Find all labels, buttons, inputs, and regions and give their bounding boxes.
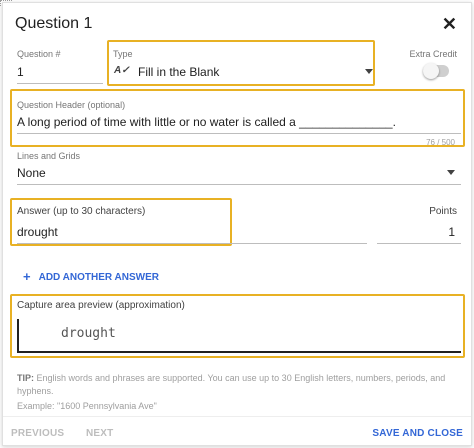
question-number-label: Question # <box>17 49 61 59</box>
points-label: Points <box>429 206 457 217</box>
points-underline <box>377 243 461 244</box>
lines-grids-label: Lines and Grids <box>17 151 81 161</box>
lines-grids-select[interactable]: None <box>17 166 46 180</box>
lines-grids-underline <box>17 184 461 185</box>
extra-credit-label: Extra Credit <box>409 49 457 59</box>
add-another-answer-button[interactable]: + ADD ANOTHER ANSWER <box>23 269 159 284</box>
dialog-title: Question 1 <box>15 15 93 32</box>
question-number-underline <box>17 83 103 84</box>
previous-button[interactable]: PREVIOUS <box>11 428 64 439</box>
capture-preview-text: drought <box>61 326 116 341</box>
save-and-close-button[interactable]: SAVE AND CLOSE <box>372 428 463 439</box>
answer-label: Answer (up to 30 characters) <box>17 206 146 217</box>
type-select[interactable]: Fill in the Blank <box>138 65 219 79</box>
capture-label: Capture area preview (approximation) <box>17 300 185 311</box>
fill-in-the-blank-icon: A✓ <box>114 65 130 76</box>
lines-grids-dropdown-icon[interactable] <box>447 170 455 175</box>
tip-text: TIP: English words and phrases are suppo… <box>17 372 457 398</box>
header-input[interactable]: A long period of time with little or no … <box>17 115 396 129</box>
header-char-counter: 76 / 500 <box>426 138 455 147</box>
next-button[interactable]: NEXT <box>86 428 113 439</box>
points-input[interactable]: 1 <box>448 225 455 239</box>
question-dialog: Question 1 ✕ Question # 1 Type A✓ Fill i… <box>2 2 472 446</box>
question-number-input[interactable]: 1 <box>17 65 24 79</box>
footer-divider <box>3 416 471 417</box>
close-icon[interactable]: ✕ <box>442 14 457 34</box>
answer-underline <box>17 243 367 244</box>
extra-credit-toggle[interactable] <box>423 63 449 79</box>
header-underline <box>17 133 461 134</box>
type-dropdown-icon[interactable] <box>365 69 373 74</box>
add-another-answer-label: ADD ANOTHER ANSWER <box>38 272 159 283</box>
plus-icon: + <box>23 269 31 284</box>
tip-example: Example: "1600 Pennsylvania Ave" <box>17 401 157 411</box>
tip-body: English words and phrases are supported.… <box>17 373 446 396</box>
type-label: Type <box>113 49 133 59</box>
answer-input[interactable]: drought <box>17 225 58 239</box>
type-highlight <box>107 40 375 86</box>
toggle-knob <box>423 63 439 79</box>
header-label: Question Header (optional) <box>17 100 126 110</box>
tip-prefix: TIP: <box>17 373 34 383</box>
